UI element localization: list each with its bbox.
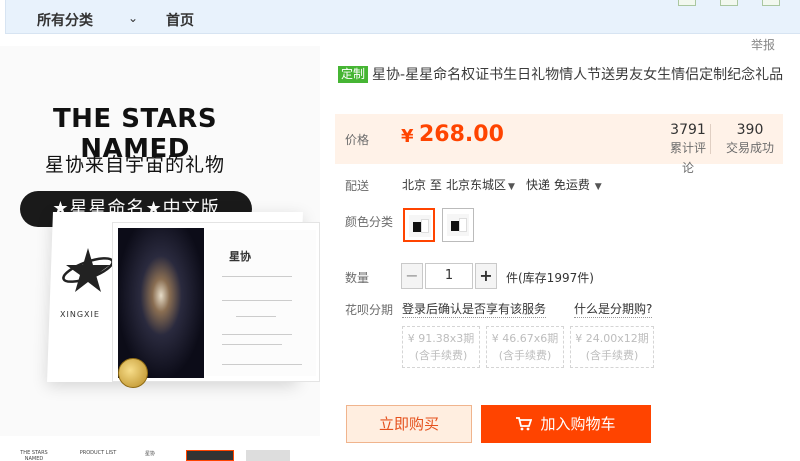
price-currency: ¥ [401, 126, 414, 147]
certificate-line [236, 316, 276, 317]
color-option-selected[interactable] [403, 208, 435, 242]
installment-login-link[interactable]: 登录后确认是否享有该服务 [402, 300, 547, 318]
brand-label: XINGXIE [60, 310, 100, 319]
home-link[interactable]: 首页 [166, 10, 194, 30]
add-to-cart-label: 加入购物车 [540, 415, 616, 433]
thumbnail-strip: THE STARS NAMED PRODUCT LIST 星协 [0, 450, 320, 461]
custom-tag-badge: 定制 [338, 66, 369, 83]
swatch-sheet [459, 218, 467, 232]
installment-fee-note: (含手续费) [414, 349, 468, 362]
installment-fee-note: (含手续费) [498, 349, 552, 362]
report-link[interactable]: 举报 [751, 36, 775, 53]
swatch-sheet [421, 219, 429, 233]
thumbnail[interactable]: PRODUCT LIST [76, 450, 120, 461]
price-value: 268.00 [419, 122, 504, 147]
toolbar-icons [678, 0, 780, 8]
toolbar-icon[interactable] [678, 0, 696, 6]
product-title-row: 定制 星协-星星命名权证书生日礼物情人节送男友女生情侣定制纪念礼品 [338, 64, 788, 86]
hero-subtitle: 星协来自宇宙的礼物 [44, 154, 225, 176]
sales-count-label: 交易成功 [725, 141, 774, 155]
installment-amount: ¥ 24.00x12期 [575, 332, 649, 345]
price-label: 价格 [345, 133, 370, 147]
price-box: 价格 ¥ 268.00 3791 累计评论 390 交易成功 [335, 114, 783, 175]
shipping-label: 配送 [345, 179, 370, 193]
shipping-destination: 北京东城区 [446, 178, 507, 192]
installment-label: 花呗分期 [345, 303, 394, 317]
certificate-line [222, 276, 292, 277]
thumbnail-selected[interactable] [186, 450, 234, 461]
swatch-galaxy [451, 221, 459, 231]
shipping-destination-select[interactable]: 北京东城区 ▼ [446, 176, 515, 193]
increment-button[interactable]: + [475, 263, 497, 289]
certificate-title: 星协 [229, 250, 251, 263]
add-to-cart-button[interactable]: 加入购物车 [481, 405, 651, 443]
shipping-method: 快递 免运费 [526, 178, 590, 192]
certificate-sheet [206, 230, 316, 376]
thumbnail[interactable]: THE STARS NAMED [14, 450, 54, 461]
gold-medal-icon [118, 358, 148, 388]
toolbar-icon[interactable] [720, 0, 738, 6]
quantity-label: 数量 [345, 271, 370, 285]
chevron-down-icon[interactable]: ⌄ [128, 11, 138, 25]
galaxy-image [118, 228, 204, 378]
installment-help-link[interactable]: 什么是分期购? [574, 300, 653, 318]
product-page: 所有分类 ⌄ 首页 举报 THE STARS NAMED 星协来自宇宙的礼物 ★… [0, 0, 800, 461]
toolbar-icon[interactable] [762, 0, 780, 6]
all-categories-link[interactable]: 所有分类 [37, 10, 93, 30]
installment-option[interactable]: ¥ 24.00x12期 (含手续费) [570, 326, 654, 368]
installment-option[interactable]: ¥ 46.67x6期 (含手续费) [486, 326, 564, 368]
color-label: 颜色分类 [345, 215, 394, 229]
review-count-stat[interactable]: 3791 累计评论 [665, 122, 711, 178]
shipping-from: 北京 至 [402, 178, 442, 192]
review-count: 3791 [670, 122, 706, 138]
buy-now-button[interactable]: 立即购买 [346, 405, 472, 443]
shipping-method-select[interactable]: 快递 免运费 ▼ [526, 176, 602, 193]
installment-fee-note: (含手续费) [585, 349, 639, 362]
installment-amount: ¥ 46.67x6期 [491, 332, 559, 345]
caret-down-icon: ▼ [508, 182, 515, 192]
swatch-galaxy [413, 222, 421, 232]
installment-amount: ¥ 91.38x3期 [407, 332, 475, 345]
quantity-stepper: − 1 + [401, 263, 501, 289]
decrement-button[interactable]: − [401, 263, 423, 289]
thumbnail[interactable]: 星协 [140, 450, 160, 461]
product-title: 星协-星星命名权证书生日礼物情人节送男友女生情侣定制纪念礼品 [372, 67, 784, 83]
certificate-line [222, 300, 292, 301]
review-count-label: 累计评论 [669, 141, 706, 175]
color-option[interactable] [442, 208, 474, 242]
star-logo-icon [62, 248, 114, 292]
installment-option[interactable]: ¥ 91.38x3期 (含手续费) [402, 326, 480, 368]
sales-count-stat: 390 交易成功 [725, 122, 775, 158]
certificate-line [222, 334, 292, 335]
stock-info: 件(库存1997件) [506, 271, 594, 285]
quantity-input[interactable]: 1 [425, 263, 473, 289]
certificate-line [222, 364, 302, 365]
sales-count: 390 [736, 122, 764, 138]
category-nav-bar: 所有分类 ⌄ 首页 [0, 0, 800, 34]
stat-divider [710, 124, 711, 154]
thumbnail[interactable] [246, 450, 290, 461]
certificate-line [222, 344, 282, 345]
caret-down-icon: ▼ [591, 182, 602, 192]
cart-icon [516, 417, 533, 431]
